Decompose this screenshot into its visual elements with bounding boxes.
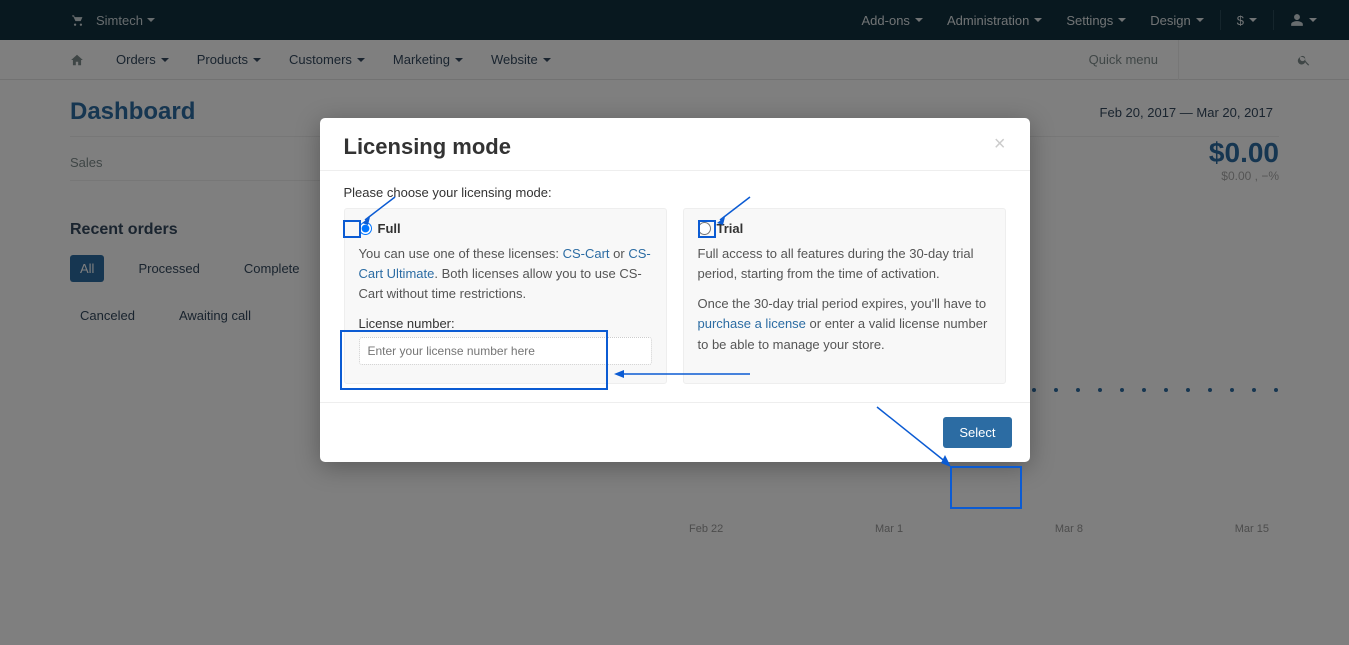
link-cscart[interactable]: CS-Cart (563, 246, 610, 261)
modal-title: Licensing mode (344, 134, 511, 160)
close-icon[interactable]: × (994, 134, 1006, 154)
radio-trial[interactable] (698, 222, 711, 235)
option-full: Full You can use one of these licenses: … (344, 208, 667, 384)
license-number-label: License number: (359, 316, 652, 331)
select-button[interactable]: Select (943, 417, 1011, 448)
option-trial-desc: Full access to all features during the 3… (698, 244, 991, 355)
option-full-label: Full (378, 221, 401, 236)
option-trial: Trial Full access to all features during… (683, 208, 1006, 384)
link-purchase[interactable]: purchase a license (698, 316, 806, 331)
modal-prompt: Please choose your licensing mode: (344, 185, 1006, 200)
option-trial-label: Trial (717, 221, 744, 236)
radio-full[interactable] (359, 222, 372, 235)
option-full-desc: You can use one of these licenses: CS-Ca… (359, 244, 652, 304)
license-number-input[interactable] (359, 337, 652, 365)
licensing-modal: Licensing mode × Please choose your lice… (320, 118, 1030, 462)
